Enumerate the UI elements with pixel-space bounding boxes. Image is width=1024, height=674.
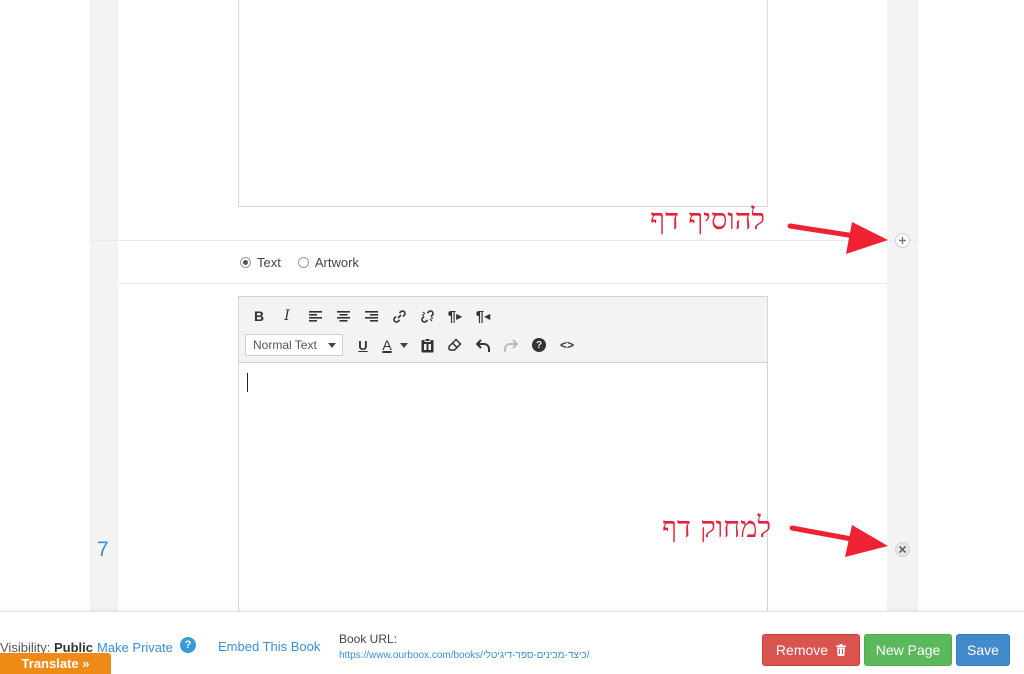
- content-type-selector: Text Artwork: [240, 253, 376, 271]
- paragraph-ltr-icon[interactable]: ¶ ▶: [441, 305, 469, 327]
- previous-page-editor[interactable]: [238, 0, 768, 207]
- new-page-button[interactable]: New Page: [864, 634, 952, 666]
- book-url-link[interactable]: https://www.ourboox.com/books/כיצד-מכיני…: [339, 650, 589, 661]
- text-editor: B I ¶ ▶ ¶ ◀ Normal Text U A ? <>: [238, 296, 768, 626]
- paste-icon[interactable]: [413, 334, 441, 356]
- page-separator: [90, 240, 918, 241]
- radio-artwork-label: Artwork: [314, 254, 359, 270]
- question-icon[interactable]: ?: [180, 637, 196, 653]
- page-number: 7: [97, 538, 109, 561]
- format-select[interactable]: Normal Text: [245, 334, 343, 356]
- remove-button-label: Remove: [775, 642, 829, 658]
- undo-icon[interactable]: [469, 334, 497, 356]
- link-icon[interactable]: [385, 305, 413, 327]
- add-page-button[interactable]: [895, 233, 910, 248]
- font-color-caret-icon: [399, 342, 408, 348]
- delete-page-button[interactable]: [895, 542, 910, 557]
- radio-text[interactable]: Text: [240, 255, 281, 270]
- annotation-add-page: להוסיף דף: [650, 202, 765, 236]
- remove-button[interactable]: Remove: [762, 634, 860, 666]
- toolbar-row-2: Normal Text U A ? <>: [245, 334, 581, 356]
- italic-icon[interactable]: I: [273, 305, 301, 327]
- annotation-delete-page: למחוק דף: [662, 510, 772, 544]
- redo-icon[interactable]: [497, 334, 525, 356]
- code-icon[interactable]: <>: [553, 334, 581, 356]
- right-gutter: [887, 0, 918, 612]
- save-button[interactable]: Save: [956, 634, 1010, 666]
- bold-icon[interactable]: B: [245, 305, 273, 327]
- unlink-icon[interactable]: [413, 305, 441, 327]
- embed-book-link[interactable]: Embed This Book: [218, 639, 320, 654]
- radio-separator: [118, 283, 887, 284]
- help-icon[interactable]: ?: [525, 334, 553, 356]
- text-cursor: [247, 373, 248, 392]
- radio-artwork[interactable]: Artwork: [297, 254, 359, 270]
- paragraph-rtl-icon[interactable]: ¶ ◀: [469, 305, 497, 327]
- format-select-value: Normal Text: [253, 338, 317, 352]
- editor-content-area[interactable]: [239, 363, 767, 625]
- plus-icon: [899, 237, 906, 244]
- align-left-icon[interactable]: [301, 305, 329, 327]
- footer-bar: Visibility: Public Make Private ? Embed …: [0, 611, 1024, 674]
- radio-artwork-button[interactable]: [297, 256, 309, 268]
- toolbar-row-1: B I ¶ ▶ ¶ ◀: [245, 305, 497, 327]
- font-color-letter: A: [382, 337, 392, 353]
- trash-icon: [836, 644, 847, 656]
- align-right-icon[interactable]: [357, 305, 385, 327]
- page: Text Artwork B I ¶ ▶ ¶ ◀ Normal Text U A…: [0, 0, 1024, 674]
- book-url-label: Book URL:: [339, 632, 398, 646]
- radio-text-button[interactable]: [240, 256, 251, 268]
- eraser-icon[interactable]: [441, 334, 469, 356]
- underline-icon[interactable]: U: [349, 334, 377, 356]
- align-center-icon[interactable]: [329, 305, 357, 327]
- translate-button[interactable]: Translate »: [0, 653, 111, 674]
- left-gutter: [90, 0, 118, 612]
- font-color-icon[interactable]: A: [377, 334, 413, 356]
- radio-text-label: Text: [257, 254, 281, 270]
- close-icon: [899, 546, 906, 553]
- chevron-down-icon: [328, 343, 336, 348]
- editor-toolbar: B I ¶ ▶ ¶ ◀ Normal Text U A ? <>: [239, 297, 767, 363]
